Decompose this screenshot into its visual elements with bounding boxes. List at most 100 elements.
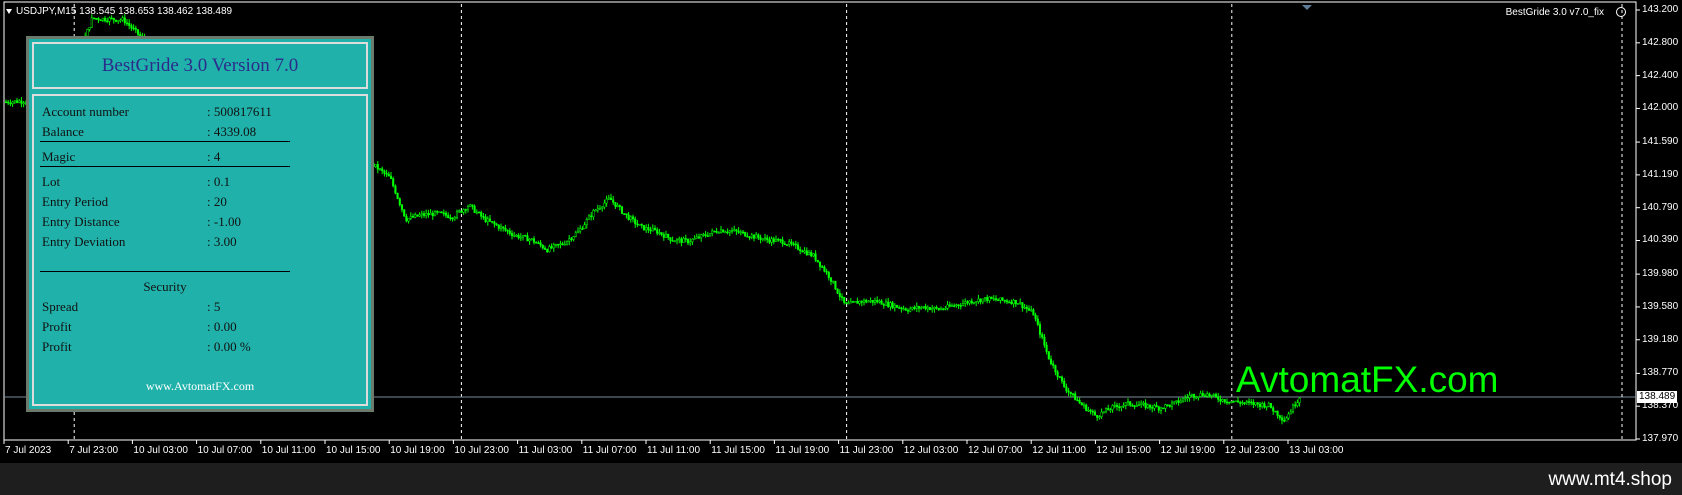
candle-body [513, 234, 516, 237]
candle-body [429, 212, 432, 216]
entry-deviation-row: Entry Deviation : 3.00 [42, 234, 362, 250]
candle-body [1181, 398, 1185, 402]
candle-body [4, 101, 8, 104]
candle-body [785, 244, 789, 246]
candle-body [882, 304, 885, 306]
time-tick-label: 7 Jul 23:00 [69, 445, 119, 456]
candle-body [1236, 400, 1240, 403]
candle-body [585, 219, 588, 225]
profit-value: : 0.00 [207, 319, 237, 334]
candle-body [609, 197, 613, 201]
candle-body [530, 238, 533, 240]
price-tick-label: 141.190 [1642, 168, 1679, 180]
magic-value: : 4 [207, 149, 221, 164]
candle-body [563, 243, 566, 246]
candle-body [1140, 402, 1143, 406]
candle-body [543, 247, 547, 250]
candle-body [1232, 401, 1235, 403]
candle-body [473, 205, 476, 213]
shift-marker-icon[interactable] [1302, 5, 1312, 10]
candle-body [497, 224, 500, 229]
entry-distance-value: : -1.00 [207, 214, 241, 229]
candle-body [552, 244, 555, 249]
price-tick-label: 140.790 [1642, 201, 1679, 213]
candle-body [506, 229, 509, 232]
candle-body [737, 230, 740, 233]
candle-body [680, 238, 683, 243]
candle-body [1111, 405, 1114, 410]
candle-body [1010, 301, 1013, 305]
candle-body [730, 230, 734, 232]
candle-body [112, 17, 115, 21]
candle-body [532, 238, 536, 243]
chart-window[interactable]: USDJPY,M15 138.545 138.653 138.462 138.4… [0, 0, 1682, 495]
candle-body [387, 173, 390, 177]
candle-body [898, 307, 901, 309]
time-tick-label: 11 Jul 07:00 [582, 445, 637, 456]
candle-body [394, 185, 397, 194]
candle-body [565, 240, 569, 245]
symbol-header: USDJPY,M15 138.545 138.653 138.462 138.4… [6, 6, 232, 17]
candle-body [1089, 409, 1092, 412]
panel-website-link[interactable]: www.AvtomatFX.com [34, 379, 366, 394]
candle-body [1274, 410, 1277, 413]
candle-body [968, 300, 971, 304]
candle-body [836, 288, 839, 294]
candle-body [746, 235, 749, 238]
candle-body [664, 233, 668, 238]
time-tick-label: 10 Jul 11:00 [261, 445, 316, 456]
candle-body [942, 308, 945, 311]
candle-body [790, 241, 793, 245]
candle-body [645, 227, 648, 231]
magic-label: Magic [42, 149, 76, 164]
balance-label: Balance [42, 124, 84, 139]
candle-body [1291, 404, 1295, 413]
smiley-icon[interactable] [1616, 7, 1626, 17]
candle-body [711, 230, 714, 234]
candle-body [816, 259, 819, 263]
spread-label: Spread [42, 299, 79, 314]
candle-body [475, 211, 478, 214]
candle-body [554, 243, 558, 246]
candle-body [904, 308, 907, 311]
candle-body [411, 215, 415, 218]
candle-body [132, 27, 135, 30]
account-number-row: Account number : 500817611 [42, 104, 362, 120]
candle-body [449, 217, 452, 219]
candle-body [381, 168, 384, 172]
balance-value: : 4339.08 [207, 124, 257, 139]
candle-body [1063, 380, 1066, 388]
candle-body [535, 242, 538, 244]
footer-site-label[interactable]: www.mt4.shop [1548, 469, 1672, 491]
candle-body [1124, 402, 1127, 406]
candle-body [999, 297, 1002, 301]
candle-body [1030, 309, 1033, 312]
candle-body [669, 237, 672, 241]
time-tick-label: 11 Jul 23:00 [839, 445, 894, 456]
candle-body [933, 306, 936, 309]
candle-body [926, 307, 929, 310]
divider [40, 141, 290, 142]
price-tick-label: 139.980 [1642, 268, 1679, 280]
candle-body [733, 229, 736, 231]
candle-body [1148, 404, 1152, 408]
profit-percent-label: Profit [42, 339, 72, 354]
candle-body [627, 214, 630, 220]
candle-body [1100, 411, 1103, 417]
candle-body [442, 212, 445, 215]
candle-body [1287, 413, 1290, 419]
entry-deviation-label: Entry Deviation [42, 234, 126, 249]
candle-body [990, 296, 993, 299]
candle-body [1239, 401, 1242, 404]
candle-body [755, 234, 758, 239]
candle-body [594, 209, 597, 212]
chevron-down-icon[interactable] [6, 8, 12, 14]
candle-body [845, 302, 848, 304]
time-tick-label: 11 Jul 03:00 [518, 445, 573, 456]
candle-body [1131, 404, 1134, 407]
candle-body [843, 296, 846, 303]
candle-body [1206, 393, 1209, 397]
candle-body [460, 210, 463, 213]
candle-body [1225, 401, 1229, 404]
candle-body [13, 100, 16, 103]
